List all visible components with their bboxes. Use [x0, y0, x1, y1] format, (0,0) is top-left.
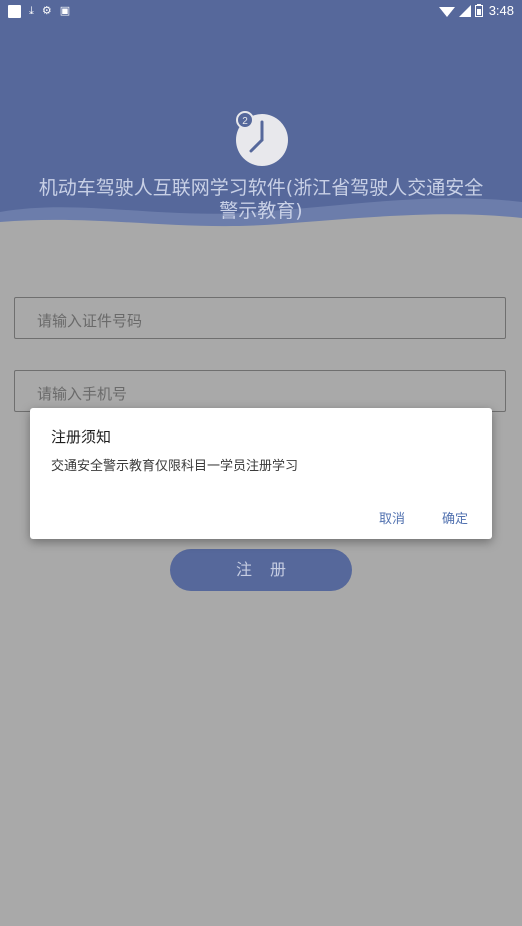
- id-number-input[interactable]: 请输入证件号码: [14, 297, 506, 339]
- app-icon: ▣: [59, 4, 71, 17]
- app-title: 机动车驾驶人互联网学习软件(浙江省驾驶人交通安全 警示教育): [38, 177, 484, 222]
- registration-notice-dialog: 注册须知 交通安全警示教育仅限科目一学员注册学习 取消 确定: [30, 408, 492, 539]
- phone-input[interactable]: 请输入手机号: [14, 370, 506, 412]
- status-bar: ⤓ ⚙ ▣ 3:48: [0, 0, 522, 24]
- cancel-button[interactable]: 取消: [379, 508, 405, 527]
- register-button[interactable]: 注册: [170, 549, 352, 591]
- signal-icon: [458, 4, 471, 17]
- clock-badge: 2: [242, 116, 248, 127]
- notification-square-icon: [8, 4, 21, 18]
- wifi-icon: [438, 6, 455, 17]
- confirm-button[interactable]: 确定: [442, 508, 468, 527]
- battery-icon: [474, 4, 483, 17]
- dialog-message: 交通安全警示教育仅限科目一学员注册学习: [51, 459, 299, 474]
- clock-icon: 2: [236, 111, 288, 166]
- settings-icon: ⚙: [41, 4, 52, 17]
- download-icon: ⤓: [29, 4, 34, 17]
- dialog-title: 注册须知: [51, 428, 112, 446]
- status-time: 3:48: [488, 3, 514, 18]
